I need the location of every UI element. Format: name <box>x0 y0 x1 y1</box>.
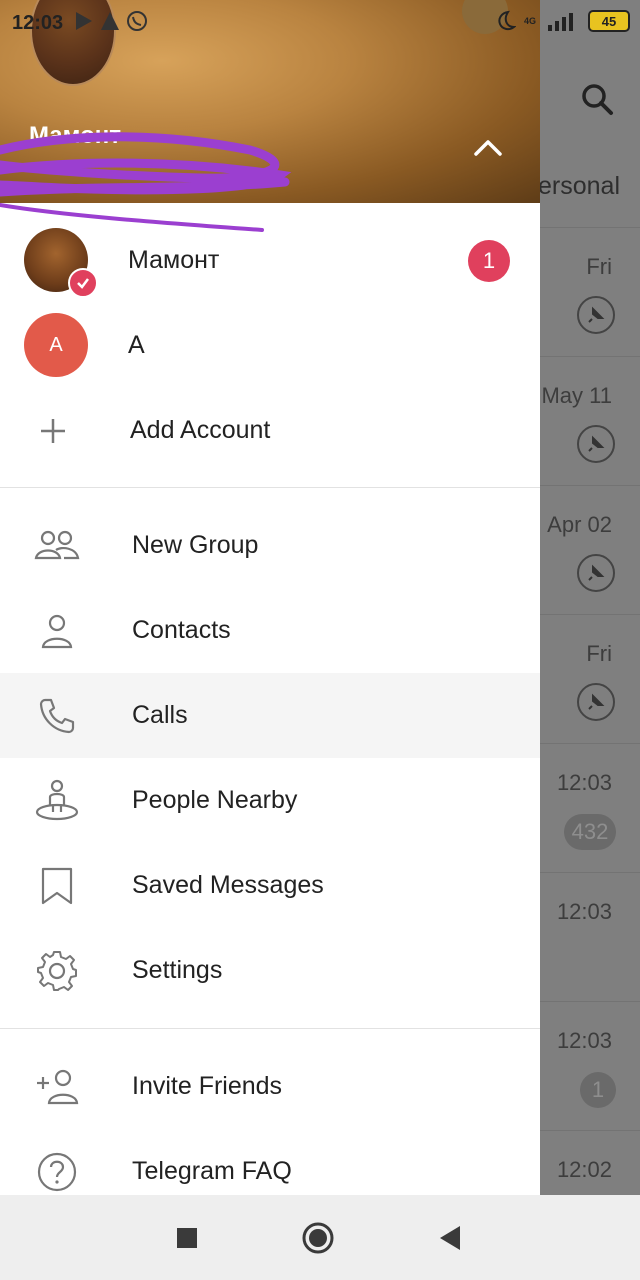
search-icon[interactable] <box>578 80 618 120</box>
menu-item-calls[interactable]: Calls <box>0 673 540 758</box>
menu-label: New Group <box>132 531 259 559</box>
help-icon <box>34 1149 80 1195</box>
viber-icon <box>127 11 147 31</box>
phone-icon <box>34 693 80 739</box>
add-person-icon <box>34 1064 80 1110</box>
chat-date: 12:03 <box>556 770 612 795</box>
chat-row[interactable]: 12:03 432 <box>540 743 640 873</box>
menu-label: Calls <box>132 701 188 729</box>
account-row-mamont[interactable]: Мамонт 1 <box>0 218 540 303</box>
menu-item-contacts[interactable]: Contacts <box>0 588 540 673</box>
menu-item-telegram-faq[interactable]: Telegram FAQ <box>0 1129 540 1195</box>
battery-level: 45 <box>601 13 617 29</box>
chat-row[interactable]: Apr 02 <box>540 485 640 615</box>
menu-label: Saved Messages <box>132 871 324 899</box>
chevron-up-icon[interactable] <box>470 130 506 166</box>
network-type: 4G <box>524 15 537 26</box>
chat-date: 12:03 <box>556 1028 612 1053</box>
add-account-button[interactable]: Add Account <box>0 388 540 473</box>
battery-icon: 45 <box>588 10 630 32</box>
warning-icon <box>101 12 119 30</box>
moon-icon <box>498 10 516 31</box>
account-name: A <box>128 331 145 359</box>
chat-row[interactable]: Fri <box>540 227 640 357</box>
menu-label: Telegram FAQ <box>132 1157 292 1185</box>
menu-label: Invite Friends <box>132 1072 283 1100</box>
gear-icon <box>34 948 80 994</box>
menu-item-people-nearby[interactable]: People Nearby <box>0 758 540 843</box>
menu-item-new-group[interactable]: New Group <box>0 503 540 588</box>
pin-icon <box>577 296 615 334</box>
chat-date: Fri <box>586 254 612 279</box>
chat-date: 12:02 <box>556 1157 612 1182</box>
folder-tab-personal[interactable]: ersonal <box>538 172 620 201</box>
pin-icon <box>577 683 615 721</box>
status-right-icons: 4G 45 <box>494 10 630 32</box>
chat-date: May 11 <box>541 383 612 408</box>
person-icon <box>34 608 80 654</box>
people-nearby-icon <box>34 778 80 824</box>
chat-row[interactable]: 12:03 <box>540 872 640 1002</box>
chat-date: Apr 02 <box>547 512 612 537</box>
add-account-label: Add Account <box>130 416 271 444</box>
menu-item-saved-messages[interactable]: Saved Messages <box>0 843 540 928</box>
menu-label: Contacts <box>132 616 231 644</box>
notification-icons <box>74 10 148 32</box>
signal-icon <box>548 13 573 31</box>
unread-count-badge: 432 <box>564 814 616 850</box>
divider <box>0 487 540 488</box>
chat-row[interactable]: 12:03 1 <box>540 1001 640 1131</box>
status-bar: 12:03 4G 45 <box>0 0 640 46</box>
pin-icon <box>577 554 615 592</box>
unread-badge: 1 <box>468 240 510 282</box>
recent-apps-button[interactable] <box>170 1221 204 1255</box>
menu-label: Settings <box>132 956 223 984</box>
status-time: 12:03 <box>12 12 64 34</box>
chat-date: Fri <box>586 641 612 666</box>
chat-row[interactable]: Fri <box>540 614 640 744</box>
active-account-check-icon <box>68 268 98 298</box>
menu-item-invite-friends[interactable]: Invite Friends <box>0 1044 540 1129</box>
back-button[interactable] <box>433 1221 467 1255</box>
unread-count-badge: 1 <box>580 1072 616 1108</box>
menu-label: People Nearby <box>132 786 298 814</box>
avatar: A <box>24 313 88 377</box>
pin-icon <box>577 425 615 463</box>
chat-date: 12:03 <box>556 899 612 924</box>
bookmark-icon <box>34 863 80 909</box>
system-nav-bar <box>0 1195 640 1280</box>
play-store-icon <box>76 12 92 30</box>
chat-row[interactable]: May 11 <box>540 356 640 486</box>
account-name: Мамонт <box>128 246 220 274</box>
home-button[interactable] <box>301 1221 335 1255</box>
menu-item-settings[interactable]: Settings <box>0 928 540 1013</box>
plus-icon <box>30 408 76 454</box>
group-icon <box>34 523 80 569</box>
divider <box>0 1028 540 1029</box>
navigation-drawer: Мамонт Мамонт 1 A A Add Account New Grou… <box>0 0 540 1195</box>
account-row-a[interactable]: A A <box>0 303 540 388</box>
